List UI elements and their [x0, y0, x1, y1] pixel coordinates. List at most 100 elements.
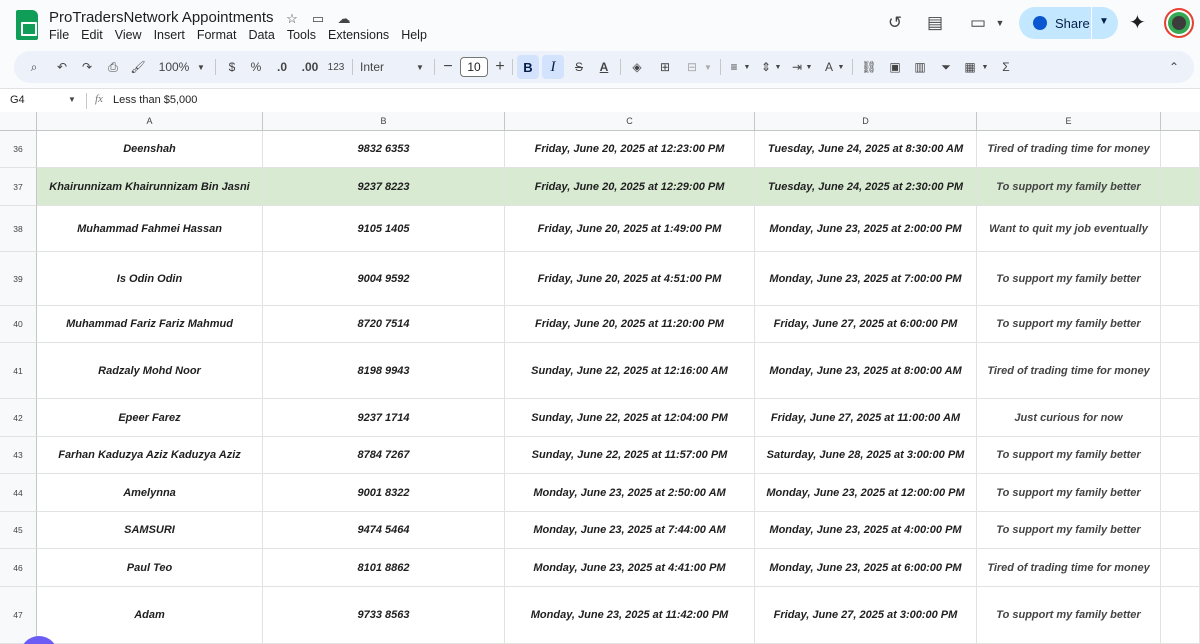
increase-font-size-icon[interactable]: +	[492, 51, 508, 83]
font-dropdown-icon[interactable]: ▼	[414, 51, 426, 83]
cell-submitted[interactable]: Monday, June 23, 2025 at 7:44:00 AM	[505, 512, 755, 549]
cloud-status-icon[interactable]: ☁	[335, 10, 353, 28]
cell-phone[interactable]: 9474 5464	[263, 512, 505, 549]
document-title[interactable]: ProTradersNetwork Appointments	[49, 9, 274, 26]
cell-reason[interactable]: To support my family better	[977, 587, 1161, 644]
filter-views-icon[interactable]: ▦	[960, 51, 980, 83]
increase-decimal-button[interactable]: .00	[297, 51, 323, 83]
zoom-select[interactable]: 100%	[154, 51, 194, 83]
cell-submitted[interactable]: Monday, June 23, 2025 at 11:42:00 PM	[505, 587, 755, 644]
name-box-dropdown-icon[interactable]: ▼	[68, 95, 76, 104]
name-box[interactable]: G4	[10, 94, 25, 106]
cell-phone[interactable]: 8101 8862	[263, 549, 505, 587]
star-icon[interactable]: ☆	[283, 10, 301, 28]
functions-icon[interactable]: Σ	[996, 51, 1016, 83]
cell-empty[interactable]	[1161, 252, 1200, 306]
decrease-decimal-button[interactable]: .0	[270, 51, 294, 83]
cell-appointment[interactable]: Friday, June 27, 2025 at 3:00:00 PM	[755, 587, 977, 644]
merge-dropdown-icon[interactable]: ▼	[702, 51, 714, 83]
cell-submitted[interactable]: Sunday, June 22, 2025 at 11:57:00 PM	[505, 437, 755, 474]
borders-icon[interactable]: ⊞	[655, 51, 675, 83]
cell-empty[interactable]	[1161, 437, 1200, 474]
cell-phone[interactable]: 8784 7267	[263, 437, 505, 474]
row-number[interactable]: 46	[0, 549, 37, 587]
cell-phone[interactable]: 9237 8223	[263, 168, 505, 206]
filter-views-dropdown-icon[interactable]: ▼	[980, 51, 990, 83]
row-number[interactable]: 42	[0, 399, 37, 437]
menu-extensions[interactable]: Extensions	[328, 28, 389, 42]
cell-phone[interactable]: 8720 7514	[263, 306, 505, 343]
cell-reason[interactable]: To support my family better	[977, 437, 1161, 474]
cell-reason[interactable]: To support my family better	[977, 512, 1161, 549]
cell-appointment[interactable]: Monday, June 23, 2025 at 12:00:00 PM	[755, 474, 977, 512]
cell-appointment[interactable]: Monday, June 23, 2025 at 2:00:00 PM	[755, 206, 977, 252]
cell-phone[interactable]: 9237 1714	[263, 399, 505, 437]
redo-icon[interactable]: ↷	[77, 51, 97, 83]
cell-name[interactable]: Muhammad Fahmei Hassan	[37, 206, 263, 252]
row-number[interactable]: 37	[0, 168, 37, 206]
cell-reason[interactable]: Tired of trading time for money	[977, 131, 1161, 168]
cell-empty[interactable]	[1161, 549, 1200, 587]
gemini-sparkle-icon[interactable]: ✦	[1129, 10, 1146, 35]
row-number[interactable]: 45	[0, 512, 37, 549]
cell-name[interactable]: Paul Teo	[37, 549, 263, 587]
cell-phone[interactable]: 9001 8322	[263, 474, 505, 512]
cell-name[interactable]: Khairunnizam Khairunnizam Bin Jasni	[37, 168, 263, 206]
cell-name[interactable]: Epeer Farez	[37, 399, 263, 437]
share-dropdown-icon[interactable]: ▼	[1099, 16, 1109, 27]
print-icon[interactable]: ⎙	[103, 51, 123, 83]
menu-format[interactable]: Format	[197, 28, 237, 42]
sheets-logo-icon[interactable]	[16, 10, 38, 40]
cell-name[interactable]: Is Odin Odin	[37, 252, 263, 306]
cell-submitted[interactable]: Sunday, June 22, 2025 at 12:04:00 PM	[505, 399, 755, 437]
cell-reason[interactable]: Tired of trading time for money	[977, 343, 1161, 399]
row-number[interactable]: 44	[0, 474, 37, 512]
select-all-corner[interactable]	[0, 112, 37, 131]
column-header-b[interactable]: B	[263, 112, 505, 131]
more-formats-button[interactable]: 123	[324, 51, 348, 83]
menu-help[interactable]: Help	[401, 28, 427, 42]
row-number[interactable]: 40	[0, 306, 37, 343]
menu-data[interactable]: Data	[248, 28, 274, 42]
cell-submitted[interactable]: Monday, June 23, 2025 at 4:41:00 PM	[505, 549, 755, 587]
currency-format-button[interactable]: $	[222, 51, 242, 83]
cell-empty[interactable]	[1161, 587, 1200, 644]
meet-dropdown-icon[interactable]: ▼	[988, 11, 1012, 35]
row-number[interactable]: 36	[0, 131, 37, 168]
column-header-c[interactable]: C	[505, 112, 755, 131]
cell-appointment[interactable]: Friday, June 27, 2025 at 6:00:00 PM	[755, 306, 977, 343]
percent-format-button[interactable]: %	[246, 51, 266, 83]
italic-button[interactable]: I	[542, 55, 564, 79]
cell-name[interactable]: Muhammad Fariz Fariz Mahmud	[37, 306, 263, 343]
text-color-icon[interactable]: A	[594, 51, 614, 83]
insert-link-icon[interactable]: ⛓	[859, 51, 879, 83]
halign-dropdown-icon[interactable]: ▼	[742, 51, 752, 83]
horizontal-align-icon[interactable]: ≡	[724, 51, 744, 83]
cell-phone[interactable]: 9004 9592	[263, 252, 505, 306]
row-number[interactable]: 43	[0, 437, 37, 474]
account-avatar[interactable]	[1164, 8, 1194, 38]
rotation-dropdown-icon[interactable]: ▼	[836, 51, 846, 83]
paint-format-icon[interactable]: 🖌	[128, 51, 148, 83]
formula-input[interactable]: Less than $5,000	[113, 94, 197, 106]
font-size-input[interactable]: 10	[460, 57, 488, 77]
cell-empty[interactable]	[1161, 399, 1200, 437]
cell-phone[interactable]: 9105 1405	[263, 206, 505, 252]
collapse-toolbar-icon[interactable]: ⌃	[1164, 51, 1184, 83]
font-family-select[interactable]: Inter	[360, 51, 410, 83]
menu-tools[interactable]: Tools	[287, 28, 316, 42]
cell-empty[interactable]	[1161, 306, 1200, 343]
share-button[interactable]: Share ▼	[1019, 7, 1118, 39]
cell-empty[interactable]	[1161, 168, 1200, 206]
cell-empty[interactable]	[1161, 343, 1200, 399]
cell-appointment[interactable]: Monday, June 23, 2025 at 6:00:00 PM	[755, 549, 977, 587]
column-header-d[interactable]: D	[755, 112, 977, 131]
menu-insert[interactable]: Insert	[154, 28, 185, 42]
wrap-dropdown-icon[interactable]: ▼	[804, 51, 814, 83]
zoom-dropdown-icon[interactable]: ▼	[194, 51, 208, 83]
fill-color-icon[interactable]: ◈	[627, 51, 647, 83]
column-header-e[interactable]: E	[977, 112, 1161, 131]
cell-submitted[interactable]: Friday, June 20, 2025 at 12:23:00 PM	[505, 131, 755, 168]
cell-submitted[interactable]: Friday, June 20, 2025 at 11:20:00 PM	[505, 306, 755, 343]
cell-submitted[interactable]: Sunday, June 22, 2025 at 12:16:00 AM	[505, 343, 755, 399]
